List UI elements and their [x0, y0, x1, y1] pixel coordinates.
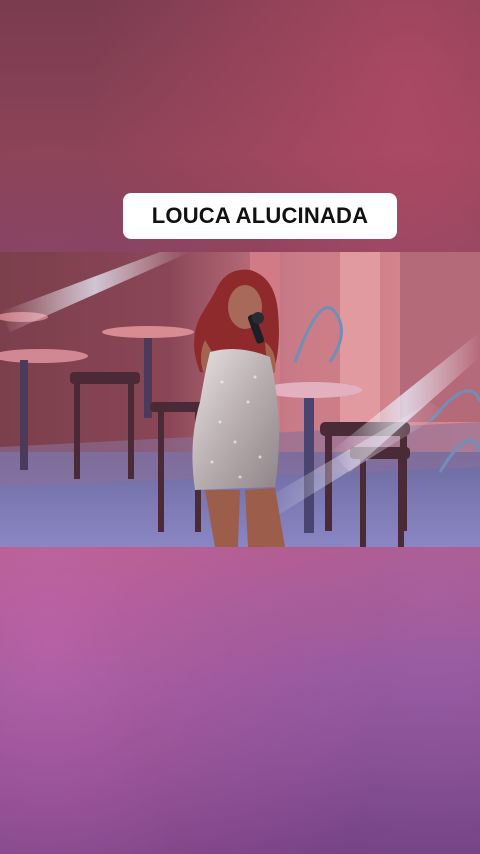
stage-scene-image: [0, 252, 480, 547]
caption-text: LOUCA ALUCINADA: [151, 203, 369, 228]
video-frame[interactable]: [0, 252, 480, 547]
caption-banner: LOUCA ALUCINADA: [123, 193, 397, 239]
